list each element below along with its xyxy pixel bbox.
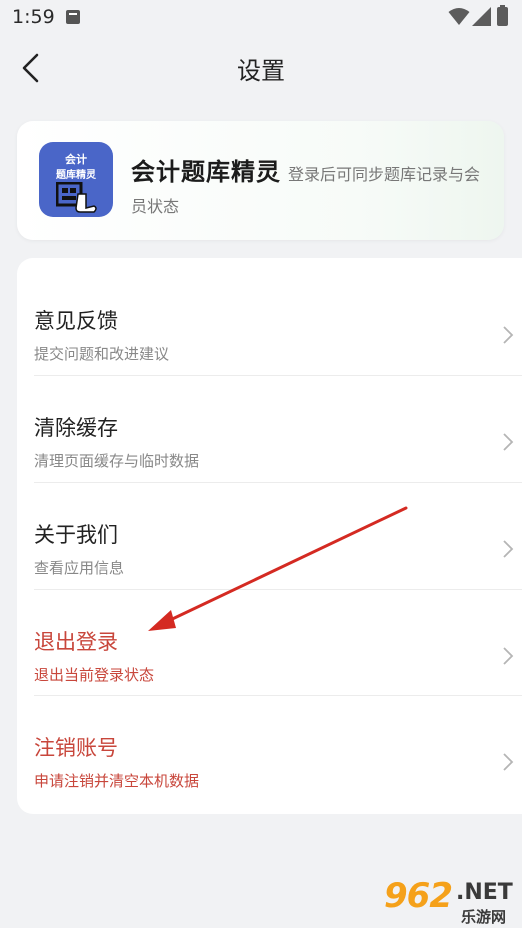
item-subtitle: 查看应用信息 (34, 559, 125, 577)
app-logo: 会计 题库精灵 (39, 142, 113, 217)
watermark-domain: .NET (456, 880, 513, 905)
notification-icon (66, 10, 80, 24)
item-subtitle: 退出当前登录状态 (34, 666, 155, 684)
page-header: 设置 (0, 34, 522, 100)
watermark-number: 962 (384, 876, 453, 916)
wifi-icon (448, 8, 470, 25)
logo-text-bottom: 题库精灵 (56, 170, 96, 181)
chevron-right-icon (503, 433, 514, 451)
chevron-right-icon (503, 326, 514, 344)
item-subtitle: 清理页面缓存与临时数据 (34, 452, 200, 470)
watermark-text: 乐游网 (461, 908, 507, 926)
settings-screen: 1:59 设置 会计 题库精灵 会计题库精灵 登录后可同步题库记录与会员状态 意… (0, 0, 522, 928)
settings-item-delete-account[interactable]: 注销账号 申请注销并清空本机数据 (17, 695, 522, 802)
app-description: 登录后可同步题库记录与会员状态 (131, 165, 481, 216)
status-bar: 1:59 (0, 0, 522, 34)
logo-glyph-icon (56, 182, 97, 213)
page-title: 设置 (237, 57, 285, 85)
logo-text-top: 会计 (65, 153, 87, 166)
settings-item-feedback[interactable]: 意见反馈 提交问题和改进建议 (17, 268, 522, 375)
battery-icon (497, 5, 508, 26)
chevron-right-icon (503, 540, 514, 558)
item-title: 注销账号 (34, 736, 118, 760)
item-subtitle: 申请注销并清空本机数据 (34, 772, 200, 790)
item-title: 关于我们 (34, 523, 118, 547)
item-title: 清除缓存 (34, 416, 118, 440)
item-subtitle: 提交问题和改进建议 (34, 345, 170, 363)
item-title: 退出登录 (34, 630, 118, 654)
chevron-right-icon (503, 753, 514, 771)
watermark-logo: 962 .NET 乐游网 (384, 874, 518, 926)
app-info-card: 会计 题库精灵 会计题库精灵 登录后可同步题库记录与会员状态 (17, 121, 504, 240)
signal-icon (472, 7, 491, 26)
settings-item-clear-cache[interactable]: 清除缓存 清理页面缓存与临时数据 (17, 375, 522, 482)
settings-list: 意见反馈 提交问题和改进建议 清除缓存 清理页面缓存与临时数据 关于我们 查看应… (17, 258, 522, 814)
item-title: 意见反馈 (34, 309, 118, 333)
settings-item-logout[interactable]: 退出登录 退出当前登录状态 (17, 589, 522, 696)
chevron-right-icon (503, 647, 514, 665)
settings-item-about[interactable]: 关于我们 查看应用信息 (17, 482, 522, 589)
status-time: 1:59 (12, 6, 55, 28)
